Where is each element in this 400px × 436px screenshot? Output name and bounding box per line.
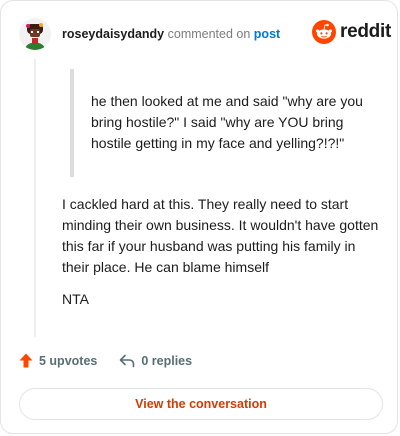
quote-bar xyxy=(70,69,74,177)
thread-line xyxy=(34,59,36,337)
upvote-arrow-icon xyxy=(19,353,33,368)
comment-stats: 5 upvotes 0 replies xyxy=(19,353,192,368)
post-link[interactable]: post xyxy=(254,27,280,41)
avatar-image xyxy=(19,18,51,50)
upvotes-stat[interactable]: 5 upvotes xyxy=(19,353,97,368)
comment-embed-card: roseydaisydandy commented on post reddit… xyxy=(0,0,398,434)
replies-stat[interactable]: 0 replies xyxy=(119,354,192,368)
reddit-snoo-icon xyxy=(312,20,336,44)
reddit-logo[interactable]: reddit xyxy=(312,20,391,44)
comment-verdict: NTA xyxy=(62,291,89,307)
username[interactable]: roseydaisydandy xyxy=(62,27,164,41)
view-conversation-button[interactable]: View the conversation xyxy=(19,388,383,420)
comment-header: roseydaisydandy commented on post xyxy=(62,27,280,41)
quoted-text: he then looked at me and said "why are y… xyxy=(91,93,363,151)
upvotes-count: 5 upvotes xyxy=(39,353,98,368)
comment-body: I cackled hard at this. They really need… xyxy=(62,196,379,275)
reddit-wordmark: reddit xyxy=(340,21,391,42)
replies-count: 0 replies xyxy=(141,353,193,368)
reply-arrow-icon xyxy=(120,354,135,367)
action-text: commented on xyxy=(167,27,251,41)
avatar[interactable] xyxy=(19,18,51,50)
